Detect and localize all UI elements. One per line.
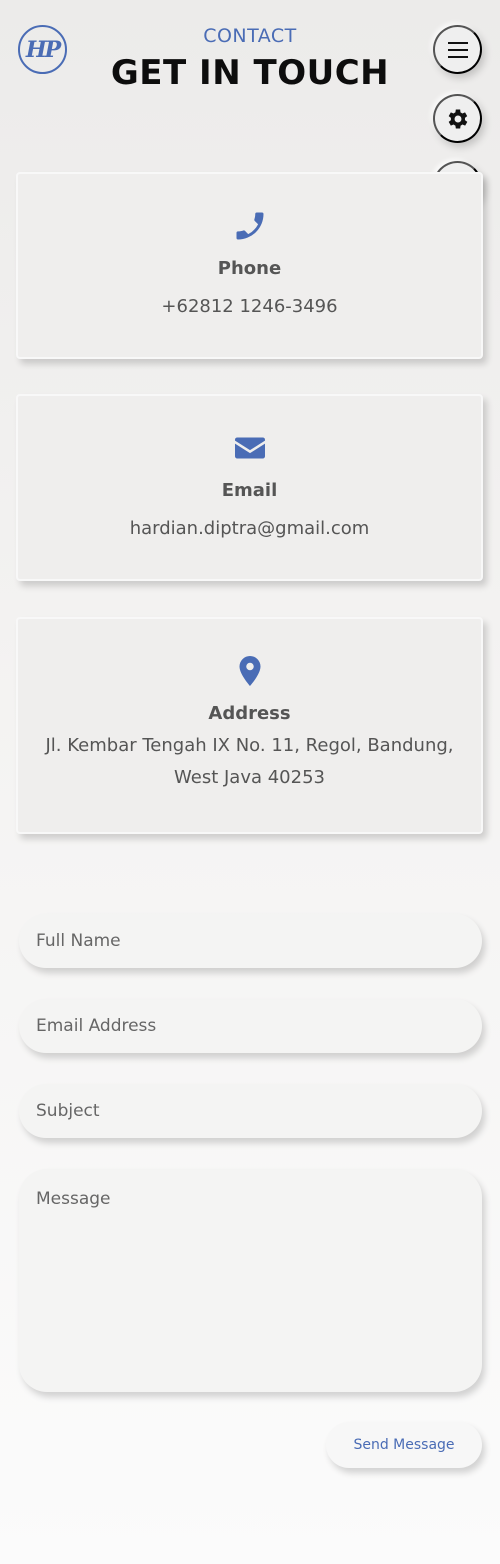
address-label: Address [208, 703, 291, 724]
contact-card-email: Email hardian.diptra@gmail.com [16, 394, 483, 581]
page-title: GET IN TOUCH [110, 53, 390, 93]
phone-icon [236, 212, 263, 240]
envelope-icon [234, 437, 265, 459]
email-value[interactable]: hardian.diptra@gmail.com [18, 513, 481, 545]
contact-card-address: Address Jl. Kembar Tengah IX No. 11, Reg… [16, 617, 483, 834]
subject-input[interactable] [19, 1084, 482, 1138]
contact-card-phone: Phone +62812 1246-3496 [16, 172, 483, 359]
menu-button[interactable] [433, 25, 482, 74]
message-textarea[interactable] [19, 1169, 482, 1392]
address-line-2: West Java 40253 [174, 767, 325, 788]
gear-icon [448, 108, 467, 129]
section-eyebrow: CONTACT [203, 25, 297, 47]
email-address-input[interactable] [19, 999, 482, 1053]
send-message-button[interactable]: Send Message [326, 1422, 482, 1468]
address-value: Jl. Kembar Tengah IX No. 11, Regol, Band… [18, 730, 481, 794]
address-line-1: Jl. Kembar Tengah IX No. 11, Regol, Band… [45, 735, 454, 756]
settings-button[interactable] [433, 94, 482, 143]
phone-label: Phone [217, 258, 282, 279]
map-pin-icon [239, 656, 260, 686]
menu-icon [447, 41, 468, 58]
email-label: Email [221, 480, 278, 501]
full-name-input[interactable] [19, 914, 482, 968]
phone-value[interactable]: +62812 1246-3496 [18, 291, 481, 323]
